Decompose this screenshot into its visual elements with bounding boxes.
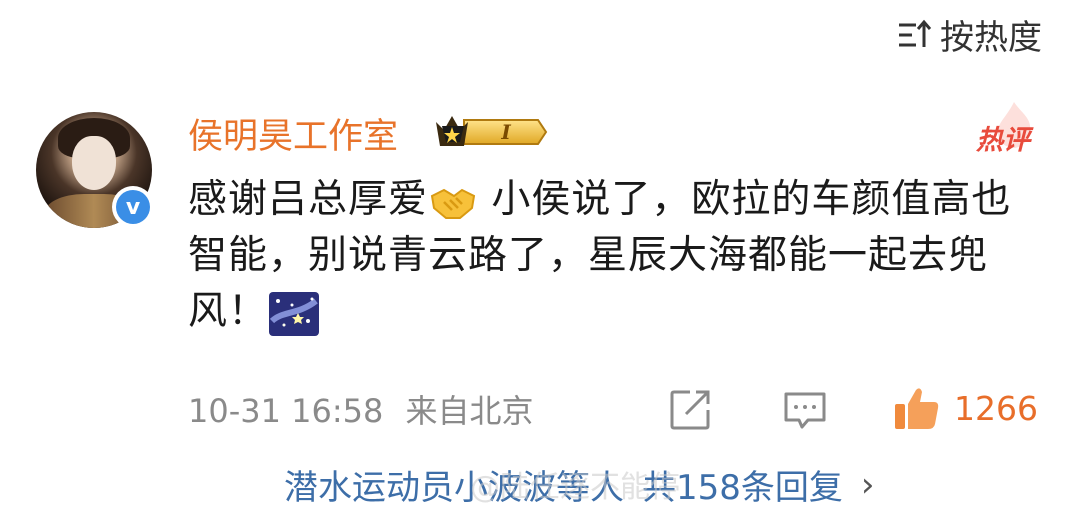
verified-badge-icon: v — [112, 186, 154, 228]
hot-comment-tag: 热评 — [976, 125, 1030, 156]
like-button[interactable]: 1266 — [892, 384, 1038, 432]
share-icon[interactable] — [668, 388, 712, 432]
comment-location: 来自北京 — [405, 392, 534, 430]
content-text-1: 感谢吕总厚爱 — [188, 177, 429, 222]
username[interactable]: 侯明昊工作室 — [188, 108, 398, 159]
comment-date: 10-31 16:58 — [188, 392, 384, 430]
starry-sky-emoji — [269, 291, 320, 336]
sort-label: 按热度 — [940, 18, 1042, 58]
vip-level-badge-icon: I — [436, 116, 548, 146]
chevron-right-icon: › — [860, 464, 875, 505]
badge-level: I — [500, 120, 511, 144]
comment-meta: 10-31 16:58 来自北京 — [188, 386, 534, 432]
handshake-emoji — [430, 188, 476, 219]
sort-icon — [899, 19, 932, 47]
thumbs-up-icon — [895, 388, 939, 429]
sort-by-heat-button[interactable]: 按热度 — [896, 10, 1042, 59]
comment-content: 感谢吕总厚爱 小侯说了，欧拉的车颜值高也智能，别说青云路了，星辰大海都能一起去兜… — [188, 172, 1050, 340]
comment-icon[interactable] — [782, 390, 828, 430]
watermark: @陆任逐不能停 — [470, 470, 680, 505]
like-count: 1266 — [954, 388, 1038, 428]
